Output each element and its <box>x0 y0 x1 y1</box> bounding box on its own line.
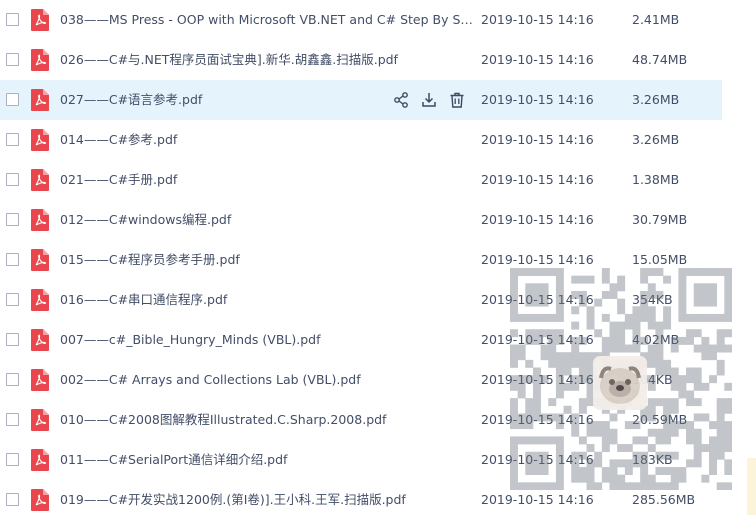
download-button[interactable] <box>420 91 438 109</box>
pdf-file-icon <box>31 89 49 111</box>
file-row[interactable]: 007——c#_Bible_Hungry_Minds (VBL).pdf 2019… <box>0 320 722 360</box>
file-size: 30.79MB <box>632 212 688 227</box>
row-checkbox[interactable] <box>6 413 19 426</box>
pdf-file-icon <box>31 489 49 511</box>
row-checkbox[interactable] <box>6 93 19 106</box>
pdf-file-icon <box>31 409 49 431</box>
pdf-file-icon <box>31 449 49 471</box>
file-row[interactable]: 015——C#程序员参考手册.pdf 2019-10-15 14:16 15.05M… <box>0 240 722 280</box>
file-row[interactable]: 019——C#开发实战1200例.(第Ⅰ卷)].王小科.王军.扫描版.pdf 20… <box>0 480 722 515</box>
file-date: 2019-10-15 14:16 <box>481 332 594 347</box>
file-row[interactable]: 012——C#windows编程.pdf 2019-10-15 14:16 30.7… <box>0 200 722 240</box>
row-checkbox[interactable] <box>6 333 19 346</box>
file-date: 2019-10-15 14:16 <box>481 52 594 67</box>
file-name[interactable]: 016——C#串口通信程序.pdf <box>60 280 475 320</box>
file-date: 2019-10-15 14:16 <box>481 12 594 27</box>
download-icon <box>420 91 438 109</box>
file-size: 48.74MB <box>632 52 688 67</box>
file-name[interactable]: 010——C#2008图解教程Illustrated.C.Sharp.2008.… <box>60 400 475 440</box>
file-date: 2019-10-15 14:16 <box>481 292 594 307</box>
row-checkbox[interactable] <box>6 373 19 386</box>
row-checkbox[interactable] <box>6 253 19 266</box>
file-date: 2019-10-15 14:16 <box>481 172 594 187</box>
file-date: 2019-10-15 14:16 <box>481 252 594 267</box>
qr-center-avatar <box>593 356 647 410</box>
pdf-file-icon <box>31 369 49 391</box>
pdf-file-icon <box>31 209 49 231</box>
file-size: 183KB <box>632 452 673 467</box>
file-name[interactable]: 021——C#手册.pdf <box>60 160 475 200</box>
file-size: 1.38MB <box>632 172 680 187</box>
file-row[interactable]: 026——C#与.NET程序员面试宝典].新华.胡鑫鑫.扫描版.pdf 2019-… <box>0 40 722 80</box>
row-checkbox[interactable] <box>6 13 19 26</box>
edge-strip <box>747 458 756 515</box>
pdf-file-icon <box>31 169 49 191</box>
pdf-file-icon <box>31 129 49 151</box>
file-size: 3.26MB <box>632 132 680 147</box>
pdf-file-icon <box>31 49 49 71</box>
row-checkbox[interactable] <box>6 133 19 146</box>
file-name[interactable]: 014——C#参考.pdf <box>60 120 475 160</box>
file-size: 15.05MB <box>632 252 688 267</box>
file-name[interactable]: 026——C#与.NET程序员面试宝典].新华.胡鑫鑫.扫描版.pdf <box>60 40 475 80</box>
delete-button[interactable] <box>448 91 466 109</box>
file-size: 285.56MB <box>632 492 696 507</box>
file-name[interactable]: 038——MS Press - OOP with Microsoft VB.NE… <box>60 0 475 40</box>
share-button[interactable] <box>392 91 410 109</box>
pdf-file-icon <box>31 289 49 311</box>
file-row[interactable]: 011——C#SerialPort通信详细介绍.pdf 2019-10-15 14… <box>0 440 722 480</box>
file-row[interactable]: 021——C#手册.pdf 2019-10-15 14:16 1.38MB <box>0 160 722 200</box>
file-row[interactable]: 038——MS Press - OOP with Microsoft VB.NE… <box>0 0 722 40</box>
file-row[interactable]: 027——C#语言参考.pdf 2019-10-15 14:16 3.26MB <box>0 80 722 120</box>
row-checkbox[interactable] <box>6 493 19 506</box>
file-name[interactable]: 019——C#开发实战1200例.(第Ⅰ卷)].王小科.王军.扫描版.pdf <box>60 480 475 515</box>
share-icon <box>392 91 410 109</box>
file-name[interactable]: 011——C#SerialPort通信详细介绍.pdf <box>60 440 475 480</box>
file-size: 3.26MB <box>632 92 680 107</box>
file-row[interactable]: 014——C#参考.pdf 2019-10-15 14:16 3.26MB <box>0 120 722 160</box>
file-size: 4.02MB <box>632 332 680 347</box>
file-name[interactable]: 027——C#语言参考.pdf <box>60 80 380 120</box>
row-checkbox[interactable] <box>6 173 19 186</box>
file-list: 038——MS Press - OOP with Microsoft VB.NE… <box>0 0 756 515</box>
pdf-file-icon <box>31 249 49 271</box>
file-size: 354KB <box>632 292 673 307</box>
file-name[interactable]: 007——c#_Bible_Hungry_Minds (VBL).pdf <box>60 320 475 360</box>
file-name[interactable]: 012——C#windows编程.pdf <box>60 200 475 240</box>
file-date: 2019-10-15 14:16 <box>481 492 594 507</box>
file-date: 2019-10-15 14:16 <box>481 412 594 427</box>
row-checkbox[interactable] <box>6 213 19 226</box>
file-row[interactable]: 016——C#串口通信程序.pdf 2019-10-15 14:16 354KB <box>0 280 722 320</box>
file-date: 2019-10-15 14:16 <box>481 132 594 147</box>
row-checkbox[interactable] <box>6 293 19 306</box>
file-name[interactable]: 015——C#程序员参考手册.pdf <box>60 240 475 280</box>
row-checkbox[interactable] <box>6 453 19 466</box>
delete-icon <box>448 91 466 109</box>
pdf-file-icon <box>31 329 49 351</box>
file-date: 2019-10-15 14:16 <box>481 372 594 387</box>
pdf-file-icon <box>31 9 49 31</box>
file-date: 2019-10-15 14:16 <box>481 212 594 227</box>
row-checkbox[interactable] <box>6 53 19 66</box>
file-name[interactable]: 002——C# Arrays and Collections Lab (VBL)… <box>60 360 475 400</box>
file-date: 2019-10-15 14:16 <box>481 92 594 107</box>
file-size: 2.41MB <box>632 12 680 27</box>
file-date: 2019-10-15 14:16 <box>481 452 594 467</box>
